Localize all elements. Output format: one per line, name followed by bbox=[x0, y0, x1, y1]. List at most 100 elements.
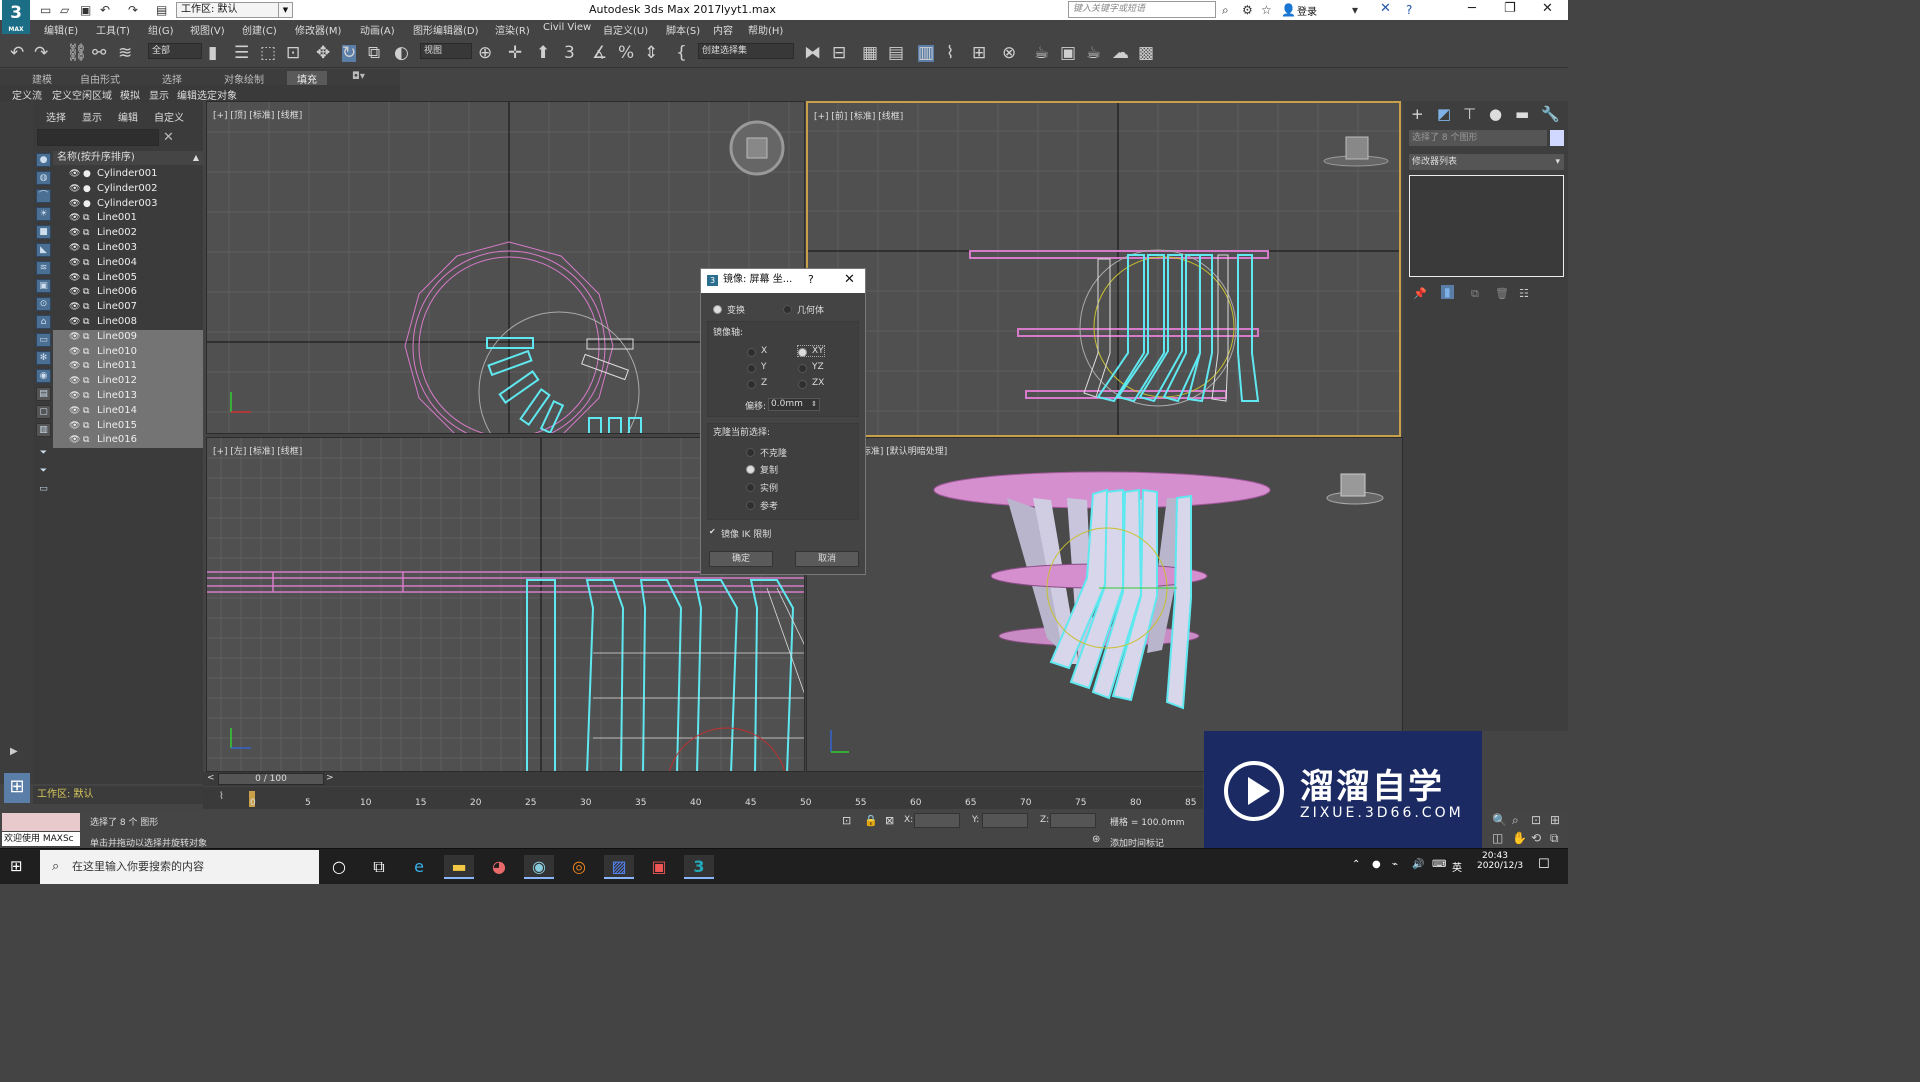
viewport-front[interactable]: [+] [前] [标准] [线框] bbox=[806, 101, 1401, 437]
app-icon-4[interactable]: ▣ bbox=[644, 855, 674, 879]
menu-civil-view[interactable]: Civil View bbox=[543, 22, 591, 33]
menu-rendering[interactable]: 渲染(R) bbox=[495, 22, 530, 37]
redo-icon[interactable]: ↷ bbox=[128, 3, 138, 17]
layer-explorer-icon[interactable]: ▦ bbox=[862, 45, 878, 62]
filter-funnel-icon[interactable]: ⏷ bbox=[36, 446, 51, 460]
scene-item-row[interactable]: 👁 ⧉ Line002 bbox=[53, 226, 203, 241]
explorer-tab-select[interactable]: 选择 bbox=[46, 109, 66, 124]
x-coordinate-field[interactable] bbox=[914, 813, 960, 828]
display-groups-icon[interactable]: ▣ bbox=[36, 279, 51, 293]
pivot-center-icon[interactable]: ⊕ bbox=[478, 45, 492, 62]
menu-animation[interactable]: 动画(A) bbox=[360, 22, 395, 37]
selection-lock-icon[interactable]: 🔒 bbox=[864, 814, 878, 827]
clone-reference-radio[interactable]: 参考 bbox=[746, 499, 778, 512]
pin-stack-icon[interactable]: 📌 bbox=[1413, 287, 1427, 300]
taskbar-clock[interactable]: 20:43 2020/12/3 bbox=[1477, 851, 1523, 871]
material-editor-icon[interactable]: ⊗ bbox=[1002, 45, 1016, 62]
visibility-eye-icon[interactable]: 👁 bbox=[69, 419, 80, 433]
maximize-button[interactable]: ❐ bbox=[1504, 1, 1516, 16]
binoculars-icon[interactable]: ⌕ bbox=[1222, 3, 1229, 18]
time-slider-handle[interactable]: 0 / 100 bbox=[218, 773, 324, 785]
track-bar[interactable]: ⌇ 0 5 10 15 20 25 30 35 40 45 50 55 60 65 70 75 80 85 bbox=[203, 787, 1203, 809]
subscription-icon[interactable]: ⚙ bbox=[1242, 3, 1253, 17]
explorer-tab-customize[interactable]: 自定义 bbox=[154, 109, 184, 124]
firefox-icon[interactable]: ◎ bbox=[564, 855, 594, 879]
menu-group[interactable]: 组(G) bbox=[148, 22, 174, 37]
display-cameras-icon[interactable]: ■ bbox=[36, 225, 51, 239]
maximize-viewport-icon[interactable]: ⧉ bbox=[1550, 831, 1559, 846]
menu-modifiers[interactable]: 修改器(M) bbox=[295, 22, 341, 37]
app-icon-2[interactable]: ◉ bbox=[524, 855, 554, 879]
taskbar-search-input[interactable]: 在这里输入你要搜索的内容 bbox=[40, 850, 319, 884]
visibility-eye-icon[interactable]: 👁 bbox=[69, 330, 80, 344]
percent-snap-icon[interactable]: % bbox=[618, 45, 634, 62]
hierarchy-tab-icon[interactable]: ⊤ bbox=[1463, 105, 1476, 123]
network-icon[interactable]: ⌁ bbox=[1392, 859, 1398, 870]
scene-item-row[interactable]: 👁 ● Cylinder001 bbox=[53, 167, 203, 182]
clone-copy-radio[interactable]: 复制 bbox=[746, 463, 778, 476]
menu-content[interactable]: 内容 bbox=[713, 22, 733, 37]
dropdown-icon[interactable]: ▾ bbox=[1352, 3, 1358, 17]
visibility-eye-icon[interactable]: 👁 bbox=[69, 374, 80, 388]
object-color-swatch[interactable] bbox=[1550, 130, 1564, 146]
show-end-result-icon[interactable]: ▮ bbox=[1441, 285, 1454, 299]
menu-scripting[interactable]: 脚本(S) bbox=[666, 22, 700, 37]
tray-app-icon[interactable]: ● bbox=[1372, 859, 1381, 870]
time-tag-icon[interactable]: ⊛ bbox=[1092, 834, 1100, 845]
workspace-select[interactable]: 工作区: 默认 ▼ bbox=[176, 2, 293, 18]
zoom-all-icon[interactable]: ⌕ bbox=[1512, 813, 1519, 828]
maxscript-listener[interactable] bbox=[2, 813, 80, 831]
keyboard-shortcut-icon[interactable]: ⬆ bbox=[536, 45, 550, 62]
rotate-icon[interactable]: ↻ bbox=[342, 45, 357, 62]
window-crossing-icon[interactable]: ⊡ bbox=[286, 45, 300, 62]
modifier-stack[interactable] bbox=[1409, 175, 1564, 277]
task-view-icon[interactable]: ⧉ bbox=[364, 855, 394, 879]
clone-none-radio[interactable]: 不克隆 bbox=[746, 446, 787, 459]
visibility-eye-icon[interactable]: 👁 bbox=[69, 182, 80, 196]
scale-icon[interactable]: ⧉ bbox=[368, 45, 380, 62]
visibility-eye-icon[interactable]: 👁 bbox=[69, 359, 80, 373]
isolate-selection-icon[interactable]: ⊡ bbox=[842, 814, 851, 827]
simulate-button[interactable]: 模拟 bbox=[120, 87, 140, 102]
file-explorer-icon[interactable]: ▬ bbox=[444, 855, 474, 879]
visibility-eye-icon[interactable]: 👁 bbox=[69, 300, 80, 314]
display-spacewarps-icon[interactable]: ≋ bbox=[36, 261, 51, 275]
visibility-eye-icon[interactable]: 👁 bbox=[69, 226, 80, 240]
viewport-layout-icon[interactable]: ⊞ bbox=[4, 773, 30, 803]
help-icon[interactable]: ? bbox=[1406, 3, 1412, 17]
spinner-snap-icon[interactable]: ⇕ bbox=[644, 45, 658, 62]
absolute-mode-icon[interactable]: ⊠ bbox=[885, 814, 894, 827]
menu-tools[interactable]: 工具(T) bbox=[96, 22, 130, 37]
explorer-filter-input[interactable] bbox=[37, 129, 159, 146]
scene-explorer-icon[interactable]: ▥ bbox=[918, 45, 935, 62]
object-name-field[interactable]: 选择了 8 个图形 bbox=[1409, 130, 1547, 146]
display-tab-icon[interactable]: ▬ bbox=[1515, 105, 1529, 123]
name-column-header[interactable]: 名称(按升序排序) ▲ bbox=[53, 151, 203, 165]
explorer-tab-display[interactable]: 显示 bbox=[82, 109, 102, 124]
placement-icon[interactable]: ◐ bbox=[394, 45, 409, 62]
zoom-extents-all-icon[interactable]: ⊞ bbox=[1550, 813, 1560, 827]
display-none-filter-icon[interactable]: ▢ bbox=[36, 405, 51, 419]
axis-z-radio[interactable]: Z bbox=[747, 378, 767, 389]
select-by-name-icon[interactable]: ☰ bbox=[234, 45, 249, 62]
unlink-icon[interactable]: ⚯ bbox=[92, 45, 106, 62]
prev-frame-icon[interactable]: < bbox=[207, 773, 215, 783]
workspace-selector-bottom[interactable]: 工作区: 默认 bbox=[33, 786, 203, 804]
menu-graph-editors[interactable]: 图形编辑器(D) bbox=[413, 22, 479, 37]
axis-zx-radio[interactable]: ZX bbox=[798, 378, 824, 389]
help-icon[interactable]: ? bbox=[808, 273, 814, 286]
scene-item-row[interactable]: 👁 ⧉ Line016 bbox=[53, 433, 203, 449]
axis-y-radio[interactable]: Y bbox=[747, 362, 767, 373]
close-button[interactable]: ✕ bbox=[1542, 1, 1553, 16]
menu-customize[interactable]: 自定义(U) bbox=[603, 22, 648, 37]
orbit-icon[interactable]: ⟲ bbox=[1531, 831, 1541, 845]
edit-named-selection-icon[interactable]: { bbox=[676, 45, 687, 62]
viewport-perspective[interactable]: [+] [透视] [标准] [默认明暗处理] bbox=[806, 437, 1403, 772]
app-icon-3[interactable]: ▨ bbox=[604, 855, 634, 879]
snap-toggle-icon[interactable]: 3 bbox=[564, 45, 575, 62]
mode-geometry-radio[interactable]: 几何体 bbox=[783, 303, 824, 316]
modifier-list-select[interactable]: 修改器列表 ▾ bbox=[1409, 154, 1564, 170]
expand-icon[interactable]: ▶ bbox=[10, 746, 18, 757]
y-coordinate-field[interactable] bbox=[982, 813, 1028, 828]
axis-yz-radio[interactable]: YZ bbox=[798, 362, 824, 373]
